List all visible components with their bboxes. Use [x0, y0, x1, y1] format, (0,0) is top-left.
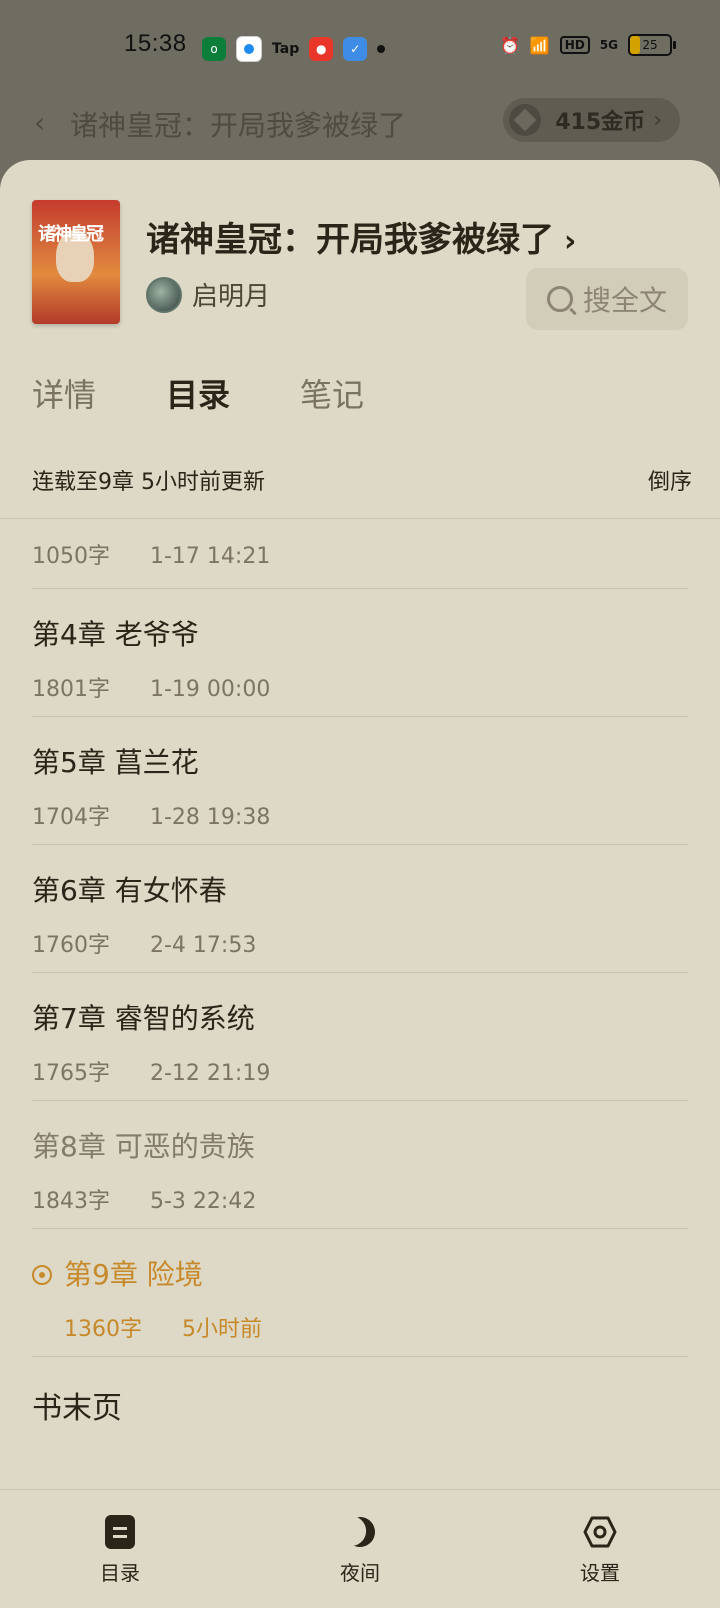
bottom-nav: 目录 夜间 设置: [0, 1489, 720, 1608]
list-item[interactable]: 第7章 睿智的系统 1765字 2-12 21:19: [32, 973, 688, 1101]
coin-icon: [509, 104, 542, 136]
nav-settings[interactable]: 设置: [540, 1513, 660, 1586]
tab-details[interactable]: 详情: [32, 370, 96, 416]
chapter-meta: 1760字 2-4 17:53: [32, 933, 257, 958]
search-icon: [546, 286, 573, 312]
nav-night-label: 夜间: [340, 1560, 380, 1585]
current-location-icon: [32, 1265, 52, 1285]
red-app-icon: ●: [309, 37, 334, 61]
blue-app-icon: ✓: [343, 37, 368, 61]
chapter-title: 第4章 老爷爷: [32, 618, 199, 651]
nav-toc-label: 目录: [100, 1560, 140, 1585]
coins-button[interactable]: 415金币 ›: [503, 98, 680, 142]
tab-contents[interactable]: 目录: [166, 370, 230, 416]
serial-status-row: 连载至9章 5小时前更新 倒序: [32, 460, 692, 500]
search-label: 搜全文: [582, 284, 667, 317]
chapter-title: 第8章 可恶的贵族: [32, 1130, 255, 1163]
chapter-meta: 1801字 1-19 00:00: [32, 677, 271, 702]
chapter-meta: 1704字 1-28 19:38: [32, 805, 271, 830]
chevron-right-icon: ›: [564, 224, 577, 259]
coin-balance: 415金币: [555, 110, 646, 135]
list-item[interactable]: 第6章 有女怀春 1760字 2-4 17:53: [32, 845, 688, 973]
status-bar: 15:38 o Tap ● ✓ ⏰ 📶 HD 5G 25: [0, 0, 720, 96]
signal-icon: 5G: [599, 38, 618, 52]
reader-top-bar: ‹ 诸神皇冠：开局我爹被绿了 415金币 ›: [0, 90, 720, 150]
moon-icon: [341, 1512, 379, 1550]
tab-notes[interactable]: 笔记: [300, 370, 364, 416]
nav-night[interactable]: 夜间: [300, 1513, 420, 1586]
list-item[interactable]: 第4章 老爷爷 1801字 1-19 00:00: [32, 589, 688, 717]
notification-icons: o Tap ● ✓: [202, 36, 386, 62]
wifi-icon: 📶: [529, 35, 550, 55]
end-page-item[interactable]: 书末页: [32, 1357, 688, 1457]
oppo-app-icon: o: [202, 37, 226, 61]
chevron-right-icon: ›: [653, 107, 662, 133]
chapter-title: 第6章 有女怀春: [32, 874, 227, 907]
book-title[interactable]: 诸神皇冠：开局我爹被绿了 ›: [146, 212, 576, 261]
tap-app-icon: Tap: [272, 41, 300, 57]
list-item-current[interactable]: 第9章 险境 1360字 5小时前: [32, 1229, 688, 1357]
end-page-label: 书末页: [32, 1391, 122, 1426]
author-avatar: [146, 276, 182, 313]
author-row[interactable]: 启明月: [146, 276, 270, 313]
chapter-list: 1050字 1-17 14:21 第4章 老爷爷 1801字 1-19 00:00 …: [32, 518, 688, 1457]
status-time: 15:38: [124, 30, 187, 57]
toc-icon: [105, 1514, 135, 1549]
chapter-title: 第5章 菖兰花: [32, 746, 199, 779]
nav-settings-label: 设置: [580, 1560, 620, 1585]
author-name: 启明月: [192, 282, 271, 312]
more-dot-icon: [377, 45, 386, 53]
back-arrow-icon[interactable]: ‹: [34, 106, 45, 139]
settings-icon: [583, 1515, 617, 1549]
circle-app-icon: [236, 36, 262, 62]
battery-icon: 25: [628, 34, 676, 56]
table-of-contents-sheet: 诸神皇冠 诸神皇冠：开局我爹被绿了 › 启明月 搜全文 详情 目录 笔记 连载至9…: [0, 160, 720, 1608]
chapter-meta: 1360字 5小时前: [64, 1317, 262, 1342]
list-item[interactable]: 第8章 可恶的贵族 1843字 5-3 22:42: [32, 1101, 688, 1229]
top-title: 诸神皇冠：开局我爹被绿了: [70, 109, 407, 142]
sort-toggle[interactable]: 倒序: [648, 464, 692, 496]
tab-bar: 详情 目录 笔记: [32, 370, 364, 416]
list-item[interactable]: 第5章 菖兰花 1704字 1-28 19:38: [32, 717, 688, 845]
alarm-icon: ⏰: [499, 35, 520, 55]
hd-icon: HD: [559, 36, 590, 54]
chapter-meta: 1765字 2-12 21:19: [32, 1061, 271, 1086]
chapter-title: 第7章 睿智的系统: [32, 1002, 255, 1035]
search-fulltext-button[interactable]: 搜全文: [526, 268, 688, 330]
chapter-meta: 1843字 5-3 22:42: [32, 1189, 257, 1214]
book-cover[interactable]: 诸神皇冠: [32, 200, 120, 324]
serial-status: 连载至9章 5小时前更新: [32, 470, 265, 495]
chapter-title: 第9章 险境: [64, 1258, 203, 1291]
list-item[interactable]: 1050字 1-17 14:21: [32, 518, 688, 589]
chapter-meta: 1050字 1-17 14:21: [32, 544, 271, 569]
system-status: ⏰ 📶 HD 5G 25: [499, 34, 676, 56]
nav-toc[interactable]: 目录: [60, 1513, 180, 1586]
book-header: 诸神皇冠 诸神皇冠：开局我爹被绿了 › 启明月 搜全文: [32, 200, 688, 330]
